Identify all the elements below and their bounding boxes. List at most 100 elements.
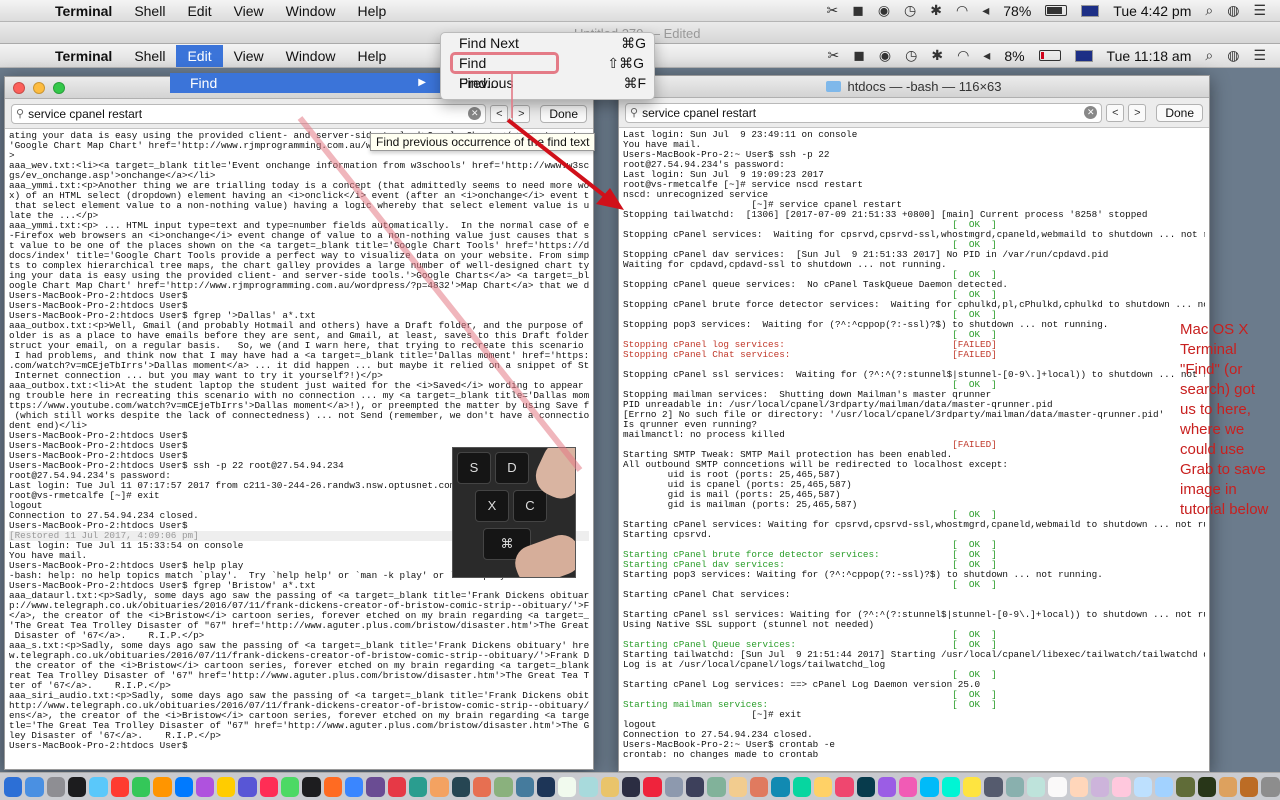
menu-shell[interactable]: Shell	[123, 45, 176, 67]
menu-help[interactable]: Help	[346, 45, 397, 67]
bluetooth-icon[interactable]: ✱	[930, 2, 942, 19]
dock-app-icon[interactable]	[1112, 776, 1131, 797]
dock-app-icon[interactable]	[387, 776, 406, 797]
dock-app-icon[interactable]	[728, 776, 747, 797]
dock-app-icon[interactable]	[941, 776, 961, 797]
siri-icon[interactable]: ◍	[1227, 2, 1239, 19]
clear-search-icon[interactable]: ✕	[468, 107, 482, 120]
input-flag-icon[interactable]	[1074, 49, 1093, 62]
find-ellipsis-menu-item[interactable]: Find... ⌘F	[441, 73, 654, 93]
dock-app-icon[interactable]	[1240, 776, 1259, 797]
dock-app-icon[interactable]	[1048, 776, 1067, 797]
dock-app-icon[interactable]	[174, 776, 193, 797]
dock-app-icon[interactable]	[302, 776, 321, 797]
dock-app-icon[interactable]	[877, 776, 897, 797]
dock-app-icon[interactable]	[89, 776, 108, 797]
wifi-icon[interactable]: ◠	[956, 2, 968, 19]
dock-app-icon[interactable]	[153, 776, 172, 797]
dock-app-icon[interactable]	[792, 776, 811, 797]
dock-app-icon[interactable]	[281, 776, 300, 797]
menu-window[interactable]: Window	[275, 0, 347, 22]
clear-search-icon[interactable]: ✕	[1084, 106, 1098, 119]
tools-icon[interactable]: ✂	[828, 47, 840, 64]
dock-app-icon[interactable]	[536, 776, 556, 797]
dock-app-icon[interactable]	[686, 776, 705, 797]
dock-app-icon[interactable]	[963, 776, 982, 797]
sound-icon[interactable]: ◉	[878, 2, 890, 19]
dock-app-icon[interactable]	[920, 776, 939, 797]
menu-app-name[interactable]: Terminal	[44, 0, 123, 22]
battery-icon[interactable]	[1038, 50, 1061, 61]
dock-app-icon[interactable]	[110, 776, 129, 797]
find-previous-button[interactable]: <	[1106, 103, 1125, 122]
dock-app-icon[interactable]	[25, 776, 44, 797]
dock-app-icon[interactable]	[984, 776, 1003, 797]
dock-app-icon[interactable]	[622, 776, 641, 797]
close-button[interactable]	[13, 82, 25, 94]
dock-app-icon[interactable]	[1090, 776, 1110, 797]
dock-app-icon[interactable]	[1133, 776, 1152, 797]
left-search-text[interactable]: service cpanel restart	[28, 107, 468, 121]
find-previous-button[interactable]: <	[490, 104, 509, 123]
dock-app-icon[interactable]	[1197, 776, 1216, 797]
dock-app-icon[interactable]	[430, 776, 449, 797]
dock-app-icon[interactable]	[345, 776, 364, 797]
right-window-titlebar[interactable]: htdocs — -bash — 116×63	[619, 76, 1209, 98]
dock-app-icon[interactable]	[707, 776, 726, 797]
dock-app-icon[interactable]	[4, 776, 23, 797]
find-next-button[interactable]: >	[1128, 103, 1147, 122]
menu-edit[interactable]: Edit	[176, 0, 222, 22]
menu-window[interactable]: Window	[275, 45, 347, 67]
dock-app-icon[interactable]	[1218, 776, 1238, 797]
gadget-icon[interactable]: ◼	[853, 47, 865, 64]
dock-app-icon[interactable]	[643, 776, 662, 797]
dock-app-icon[interactable]	[515, 776, 534, 797]
menu-help[interactable]: Help	[346, 0, 397, 22]
dock-app-icon[interactable]	[217, 776, 236, 797]
dock-app-icon[interactable]	[771, 776, 790, 797]
siri-icon[interactable]: ◍	[1227, 47, 1239, 64]
find-done-button[interactable]: Done	[540, 104, 587, 123]
dock-app-icon[interactable]	[1154, 776, 1174, 797]
dock-app-icon[interactable]	[899, 776, 918, 797]
notification-center-icon[interactable]: ☰	[1253, 47, 1266, 64]
dock-app-icon[interactable]	[238, 776, 257, 797]
clock[interactable]: Tue 4:42 pm	[1113, 3, 1191, 19]
dock-app-icon[interactable]	[494, 776, 513, 797]
dock-app-icon[interactable]	[1005, 776, 1024, 797]
dock-app-icon[interactable]	[1027, 776, 1046, 797]
find-next-menu-item[interactable]: Find Next ⌘G	[441, 33, 654, 53]
menu-view[interactable]: View	[223, 45, 275, 67]
dock-app-icon[interactable]	[46, 776, 65, 797]
bluetooth-icon[interactable]: ✱	[931, 47, 943, 64]
dock-app-icon[interactable]	[472, 776, 492, 797]
dock-app-icon[interactable]	[749, 776, 769, 797]
clock[interactable]: Tue 11:18 am	[1107, 48, 1192, 64]
notification-center-icon[interactable]: ☰	[1253, 2, 1266, 19]
left-terminal-output[interactable]: ating your data is easy using the provid…	[5, 129, 593, 753]
wifi-icon[interactable]: ◠	[957, 47, 969, 64]
battery-icon[interactable]	[1045, 5, 1068, 16]
dock-app-icon[interactable]	[323, 776, 342, 797]
zoom-button[interactable]	[53, 82, 65, 94]
dock-app-icon[interactable]	[195, 776, 215, 797]
dock-app-icon[interactable]	[835, 776, 854, 797]
dock-app-icon[interactable]	[856, 776, 875, 797]
dock-app-icon[interactable]	[813, 776, 833, 797]
menu-edit-active[interactable]: Edit	[176, 44, 223, 67]
time-machine-icon[interactable]: ◷	[904, 2, 916, 19]
find-next-button[interactable]: >	[512, 104, 531, 123]
dock-app-icon[interactable]	[1069, 776, 1088, 797]
dock-app-icon[interactable]	[1261, 776, 1280, 797]
input-flag-icon[interactable]	[1081, 4, 1100, 17]
time-machine-icon[interactable]: ◷	[905, 47, 917, 64]
right-search-field[interactable]: ⚲ service cpanel restart ✕	[625, 102, 1103, 123]
right-terminal-output[interactable]: Last login: Sun Jul 9 23:49:11 on consol…	[619, 128, 1209, 762]
dock-app-icon[interactable]	[451, 776, 470, 797]
volume-icon[interactable]: ◂	[983, 47, 990, 64]
sound-icon[interactable]: ◉	[879, 47, 891, 64]
dock-app-icon[interactable]	[664, 776, 683, 797]
find-done-button[interactable]: Done	[1156, 103, 1203, 122]
spotlight-icon[interactable]: ⌕	[1205, 47, 1213, 64]
right-search-text[interactable]: service cpanel restart	[642, 106, 1084, 120]
